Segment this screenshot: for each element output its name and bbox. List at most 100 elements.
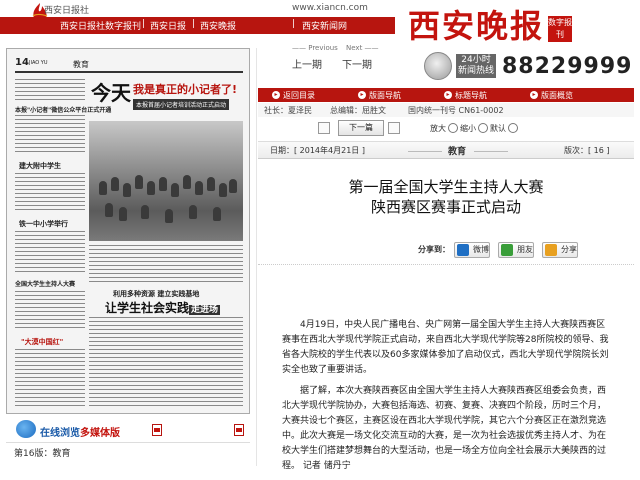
article-paragraph-1: 4月19日，中央人民广播电台、央广网第一届全国大学生主持人大赛陕西赛区赛事在西北… — [282, 320, 609, 375]
cn-number: 国内统一刊号 CN61-0002 — [408, 106, 504, 115]
paper-mid-kicker: 利用多种资源 建立实践基地 — [113, 290, 200, 298]
paper-section: 教育 — [73, 60, 89, 69]
weibo-icon — [457, 244, 469, 256]
paper-page-number-en: JIAO YU — [29, 60, 48, 66]
paper-headline-sub: 本报首届小记者培训活动正式启动 — [133, 99, 230, 110]
paper-mid-headline: 让学生社会实践 走进场 — [105, 299, 221, 316]
text-block — [15, 173, 85, 213]
left-label-2: 铁一中小学举行 — [19, 220, 68, 228]
divider — [474, 151, 508, 152]
multimedia-label-a: 在线浏览 — [40, 428, 80, 439]
article-title-line1: 第一届全国大学生主持人大赛 — [348, 178, 544, 196]
share-weibo-button[interactable]: 微博 — [454, 242, 490, 258]
nav-link-xiancn[interactable]: 西安新闻网 — [302, 19, 347, 32]
left-label-3: 全国大学生主持人大赛 — [15, 281, 76, 288]
nav-link-xian-daily[interactable]: 西安日报 — [150, 19, 186, 32]
nav-title-label: 标题导航 — [455, 91, 487, 100]
nav-link-xian-evening[interactable]: 西安晚报 — [200, 19, 236, 32]
paper-left-column: 本报"小记者"微信公众平台正式开通 建大附中学生 铁一中小学举行 全国大学生主持… — [15, 79, 111, 409]
text-block — [89, 245, 243, 285]
article-body: 4月19日，中央人民广播电台、央广网第一届全国大学生主持人大赛陕西赛区赛事在西北… — [282, 318, 612, 480]
nav-overview-label: 版面概览 — [541, 91, 573, 100]
paper-headline-red: 我是真正的小记者了! — [133, 83, 238, 96]
article-title-line2: 陕西赛区赛事正式启动 — [370, 198, 521, 216]
zoom-default-label: 默认 — [490, 124, 506, 133]
multimedia-label-b: 多媒体版 — [80, 428, 120, 439]
current-page-label: 第16版：教育 — [14, 449, 71, 459]
article-paragraph-2: 据了解，本次大赛陕西赛区由全国大学生主持人大赛陕西赛区组委会负责，西北大学现代学… — [282, 386, 607, 471]
zoom-out-radio[interactable] — [478, 123, 488, 133]
arrow-icon: ▸ — [444, 91, 452, 99]
nav-sep: | — [142, 19, 146, 29]
prev-article-icon[interactable] — [318, 122, 330, 134]
article-toolbar: 下一篇 放大 缩小 默认 — [258, 119, 634, 139]
divider — [258, 264, 634, 265]
nav-page-navigation[interactable]: ▸ 版面导航 — [358, 89, 401, 100]
text-block — [15, 231, 85, 275]
multimedia-link[interactable]: 在线浏览多媒体版 — [16, 420, 120, 440]
hotline-label: 24小时新闻热线 — [456, 54, 496, 78]
text-block — [15, 291, 85, 331]
telephone-icon — [424, 52, 452, 80]
pdf-icon[interactable] — [234, 424, 244, 436]
divider — [408, 151, 442, 152]
pdf-icon[interactable] — [152, 424, 162, 436]
article-date: 日期：[ 2014年4月21日 ] — [270, 146, 365, 155]
share-friends-button[interactable]: 朋友 — [498, 242, 534, 258]
zoom-in-radio[interactable] — [448, 123, 458, 133]
prev-issue-link[interactable]: 上一期 — [292, 56, 322, 71]
text-block — [15, 79, 85, 103]
nav-link-digital[interactable]: 西安日报社数字报刊 — [60, 19, 141, 32]
column-divider — [256, 48, 257, 466]
nav-title-navigation[interactable]: ▸ 标题导航 — [444, 89, 487, 100]
newspaper-page-preview[interactable]: 14 JIAO YU 教育 本报"小记者"微信公众平台正式开通 建大附中学生 铁… — [6, 48, 250, 414]
share-bar: 分享到： 微博 朋友 分享 — [258, 240, 634, 260]
masthead-info: 社长：夏泽民 总编辑：屈胜文 国内统一刊号 CN61-0002 — [258, 103, 634, 117]
globe-icon — [16, 420, 36, 438]
text-block — [89, 317, 243, 407]
zoom-out-label: 缩小 — [460, 124, 476, 133]
star-icon — [545, 244, 557, 256]
article-date-bar: 日期：[ 2014年4月21日 ] 教育 版次：[ 16 ] — [258, 141, 634, 159]
paper-page-number: 14 — [15, 57, 29, 68]
divider — [6, 442, 250, 443]
prev-small-label: —— Previous — [292, 44, 338, 52]
next-article-button[interactable]: 下一篇 — [338, 120, 384, 136]
arrow-icon: ▸ — [530, 91, 538, 99]
share-more-button[interactable]: 分享 — [542, 242, 578, 258]
issue-navigation: —— Previous Next —— 上一期 下一期 — [276, 44, 386, 74]
zoom-in-label: 放大 — [430, 124, 446, 133]
left-label-4: "大漠中国红" — [21, 338, 64, 346]
digital-edition-badge: 数字报刊 — [548, 16, 572, 42]
article-section: 教育 — [448, 147, 467, 157]
editor-name: 总编辑：屈胜文 — [330, 106, 386, 115]
paper-group-photo — [89, 121, 243, 241]
next-issue-link[interactable]: 下一期 — [342, 56, 372, 71]
news-hotline: 24小时新闻热线 88229999 — [424, 48, 634, 86]
share-weibo-label: 微博 — [473, 245, 489, 254]
paper-masthead: 14 JIAO YU 教育 — [15, 57, 243, 73]
site-url[interactable]: www.xiancn.com — [292, 3, 368, 13]
share-more-label: 分享 — [561, 245, 577, 254]
zoom-default-radio[interactable] — [508, 123, 518, 133]
top-nav-bar: 西安日报社数字报刊 | 西安日报 | 西安晚报 | 西安新闻网 — [0, 17, 395, 34]
arrow-icon: ▸ — [358, 91, 366, 99]
brand-title-text: 西安晚报 — [408, 7, 545, 45]
nav-back-to-index[interactable]: ▸ 返回目录 — [272, 89, 315, 100]
next-article-icon[interactable] — [388, 122, 400, 134]
article-navbar: ▸ 返回目录 ▸ 版面导航 ▸ 标题导航 ▸ 版面概览 — [258, 88, 634, 102]
nav-sep: | — [292, 19, 296, 29]
left-label-1: 建大附中学生 — [19, 162, 61, 170]
share-label: 分享到： — [418, 245, 450, 254]
friends-icon — [501, 244, 513, 256]
nav-page-overview[interactable]: ▸ 版面概览 — [530, 89, 573, 100]
nav-sep: | — [192, 19, 196, 29]
logo-text: 西安日报社 — [44, 6, 90, 16]
arrow-icon: ▸ — [272, 91, 280, 99]
site-header: 西安日报社 www.xiancn.com 西安日报社数字报刊 | 西安日报 | … — [0, 0, 640, 46]
paper-mid-headline-tail: 走进场 — [189, 305, 221, 315]
president-name: 社长：夏泽民 — [264, 106, 312, 115]
nav-back-label: 返回目录 — [283, 91, 315, 100]
multimedia-text: 在线浏览多媒体版 — [40, 424, 120, 439]
next-small-label: Next —— — [346, 44, 379, 52]
